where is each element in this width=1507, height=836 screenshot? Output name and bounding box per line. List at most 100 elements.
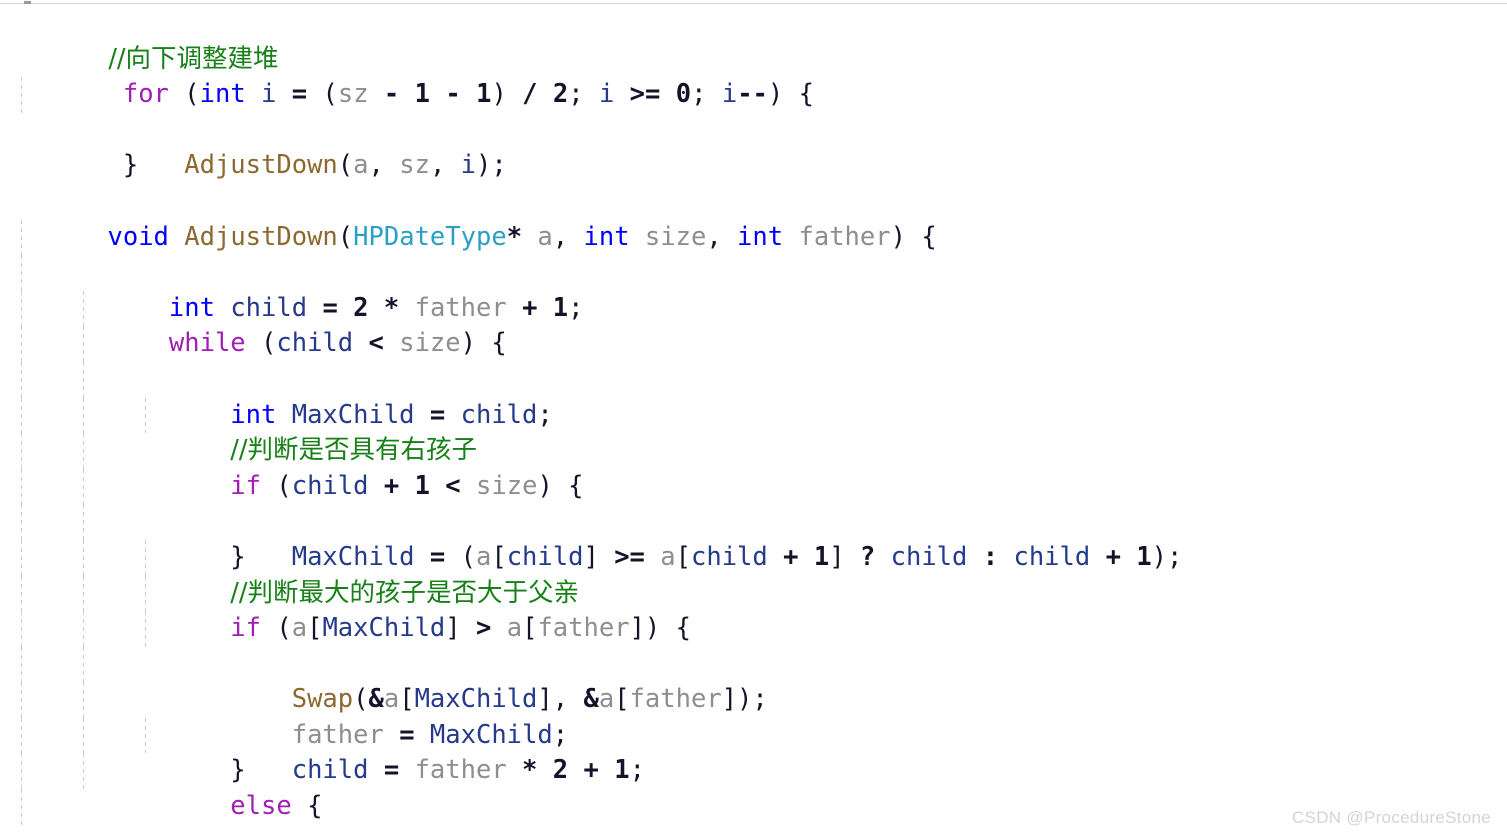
identifier-token: a: [660, 541, 676, 572]
code-line[interactable]: }: [0, 825, 1507, 836]
code-line[interactable]: while (child < size) {: [0, 255, 1507, 358]
variable-token: child: [690, 541, 768, 572]
number-token: 1: [1136, 541, 1152, 572]
indent-guide: [21, 290, 22, 327]
variable-token: child: [460, 399, 538, 430]
identifier-token: father: [629, 684, 722, 715]
indent-guide: [21, 77, 22, 113]
identifier-token: size: [399, 328, 461, 359]
variable-token: child: [291, 470, 369, 501]
function-token: AdjustDown: [184, 150, 338, 181]
indent-guide: [83, 575, 84, 612]
indent-guide: [21, 219, 22, 256]
variable-token: child: [890, 541, 968, 572]
identifier-token: size: [644, 221, 707, 252]
indent-guide: [83, 717, 84, 754]
identifier-token: a: [353, 150, 369, 181]
indent-guide: [21, 326, 22, 362]
variable-token: i: [261, 79, 277, 110]
function-token: Swap: [291, 684, 354, 715]
indent-guide: [83, 504, 84, 540]
identifier-token: a: [475, 541, 492, 572]
code-line[interactable]: if (child + 1 < size) {: [0, 361, 1507, 501]
identifier-token: a: [506, 613, 523, 644]
variable-token: MaxChild: [291, 399, 415, 430]
type-token: int: [168, 292, 215, 323]
code-line[interactable]: //向下调整建堆: [0, 6, 1507, 74]
variable-token: MaxChild: [322, 613, 446, 644]
indent-guide: [21, 255, 22, 291]
keyword-token: if: [230, 613, 262, 644]
indent-guide: [21, 682, 22, 718]
type-token: void: [107, 221, 169, 252]
number-token: 1: [476, 79, 492, 110]
variable-token: MaxChild: [429, 719, 553, 750]
indent-guide: [21, 611, 22, 647]
identifier-token: father: [798, 221, 891, 252]
indent-guide: [21, 504, 22, 540]
variable-token: child: [230, 292, 308, 323]
number-token: 1: [614, 755, 630, 786]
code-line[interactable]: }: [0, 646, 1507, 785]
identifier-token: father: [414, 755, 507, 786]
indent-guide: [21, 433, 22, 469]
variable-token: MaxChild: [414, 684, 538, 715]
variable-token: i: [598, 79, 615, 110]
code-line[interactable]: if (a[MaxChild] > a[father]) {: [0, 504, 1507, 643]
number-token: 1: [414, 79, 430, 110]
number-token: 2: [552, 755, 569, 786]
number-token: 0: [675, 79, 692, 110]
indent-guide: [83, 753, 84, 790]
indent-guide: [83, 682, 84, 718]
variable-token: i: [460, 150, 477, 181]
indent-guide: [83, 433, 84, 469]
indent-guide: [21, 539, 22, 576]
comment-token: //判断是否具有右孩子: [230, 435, 477, 466]
number-token: 2: [552, 79, 569, 110]
number-token: 1: [813, 541, 830, 572]
indent-guide: [83, 326, 84, 362]
keyword-token: while: [168, 328, 246, 359]
code-line[interactable]: void AdjustDown(HPDateType* a, int size,…: [0, 184, 1507, 252]
indent-guide: [83, 539, 84, 576]
scroll-tick-marker: [24, 1, 31, 4]
number-token: 2: [353, 292, 369, 323]
code-screenshot: //向下调整建堆 for (int i = (sz - 1 - 1) / 2; …: [0, 0, 1507, 836]
identifier-token: father: [414, 292, 507, 323]
number-token: 1: [552, 292, 569, 323]
indent-guide: [21, 468, 22, 505]
indent-guide: [83, 290, 84, 327]
code-block[interactable]: //向下调整建堆 for (int i = (sz - 1 - 1) / 2; …: [0, 6, 1507, 836]
variable-token: child: [1013, 541, 1091, 572]
type-token: int: [583, 221, 630, 252]
identifier-token: a: [383, 684, 400, 715]
type-token: int: [230, 399, 277, 430]
variable-token: child: [276, 328, 354, 359]
keyword-token: if: [230, 470, 262, 501]
indent-guide: [21, 789, 22, 825]
keyword-token: for: [122, 79, 169, 110]
indent-guide: [83, 397, 84, 434]
number-token: 1: [414, 470, 430, 501]
csdn-watermark: CSDN @ProcedureStone: [1291, 808, 1491, 827]
identifier-token: father: [291, 719, 384, 750]
class-token: HPDateType: [353, 221, 507, 252]
variable-token: MaxChild: [291, 541, 415, 572]
indent-guide: [21, 397, 22, 434]
indent-guide: [21, 717, 22, 754]
comment-token: //向下调整建堆: [92, 43, 279, 74]
type-token: int: [737, 221, 784, 252]
identifier-token: a: [291, 613, 308, 644]
identifier-token: sz: [337, 79, 369, 110]
identifier-token: a: [598, 684, 615, 715]
identifier-token: father: [537, 613, 630, 644]
indent-guide: [83, 646, 84, 683]
identifier-token: sz: [399, 150, 430, 181]
keyword-token: else: [230, 791, 292, 822]
function-token: AdjustDown: [184, 221, 338, 252]
indent-guide: [21, 753, 22, 790]
code-line[interactable]: }: [0, 113, 1507, 180]
type-token: int: [199, 79, 246, 110]
identifier-token: size: [476, 470, 538, 501]
indent-guide: [21, 361, 22, 398]
